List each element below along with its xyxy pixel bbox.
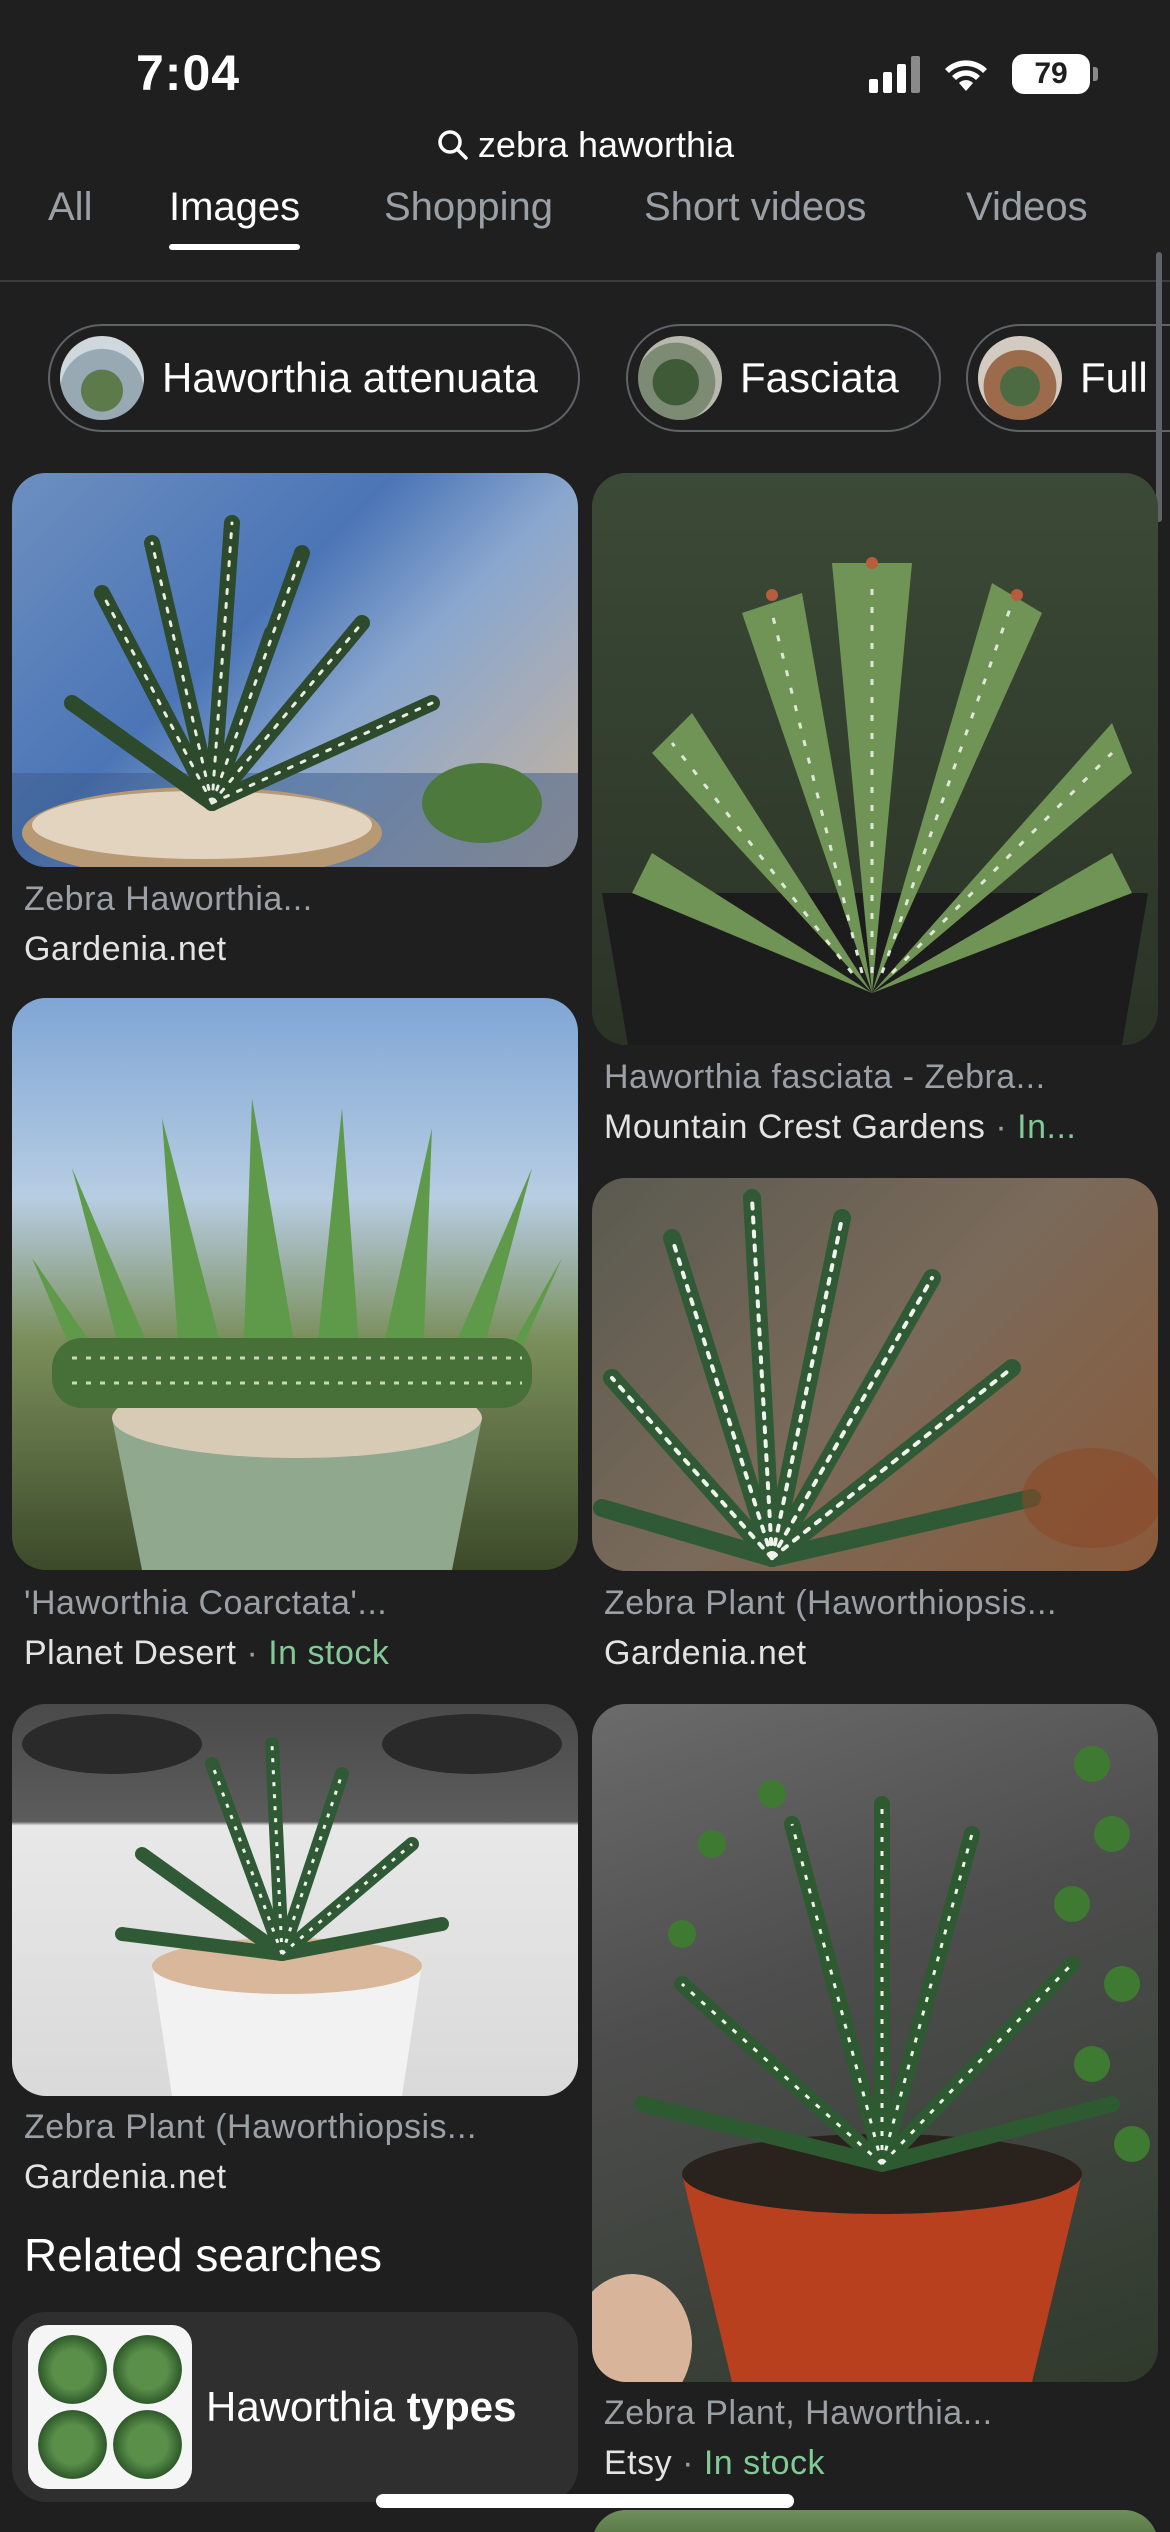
result-image[interactable] — [592, 1704, 1158, 2382]
tab-videos[interactable]: Videos — [966, 182, 1088, 252]
result-title[interactable]: Zebra Haworthia... — [24, 880, 313, 919]
status-time: 7:04 — [136, 45, 241, 101]
search-query-text: zebra haworthia — [477, 124, 735, 165]
search-tabs: All Images Shopping Short videos Videos — [0, 182, 1170, 282]
result-source-line: Etsy · In stock — [604, 2444, 825, 2483]
tab-images[interactable]: Images — [169, 182, 301, 252]
result-image-partial[interactable] — [592, 2510, 1158, 2532]
result-source: Planet Desert — [24, 1634, 237, 1672]
plant-image — [592, 1746, 1150, 2382]
result-image[interactable] — [12, 1704, 578, 2096]
related-search-label: Haworthia types — [206, 2383, 517, 2430]
tab-shopping[interactable]: Shopping — [384, 182, 553, 252]
tab-short-videos[interactable]: Short videos — [644, 182, 866, 252]
stock-status: In... — [1017, 1108, 1077, 1146]
chip-fasciata[interactable]: Fasciata — [626, 324, 941, 432]
home-indicator[interactable] — [376, 2494, 794, 2508]
related-search-item[interactable]: Haworthia types — [12, 2312, 578, 2502]
chip-label: Fasciata — [740, 354, 899, 401]
stock-status: In stock — [268, 1634, 390, 1672]
separator: · — [682, 2444, 694, 2482]
battery-icon: 79 — [1012, 54, 1098, 94]
plant-image — [22, 1714, 562, 2096]
result-source-line: Planet Desert · In stock — [24, 1634, 389, 1673]
search-icon — [438, 130, 468, 160]
result-source: Gardenia.net — [24, 2158, 227, 2196]
plant-image — [602, 557, 1148, 1045]
related-search-thumbnail — [28, 2325, 192, 2489]
status-icons: 79 — [869, 54, 1098, 94]
result-title[interactable]: Haworthia fasciata - Zebra... — [604, 1058, 1046, 1097]
result-image[interactable] — [12, 998, 578, 1570]
tab-all[interactable]: All — [48, 182, 92, 252]
plant-image — [12, 515, 578, 867]
chip-haworthia-attenuata[interactable]: Haworthia attenuata — [48, 324, 580, 432]
result-source: Gardenia.net — [24, 930, 227, 968]
plant-image — [32, 1098, 562, 1570]
result-title[interactable]: Zebra Plant, Haworthia... — [604, 2394, 993, 2433]
result-source: Etsy — [604, 2444, 673, 2482]
result-source: Mountain Crest Gardens — [604, 1108, 986, 1146]
chip-thumbnail — [60, 336, 144, 420]
chip-full[interactable]: Full — [966, 324, 1170, 432]
related-searches-heading: Related searches — [24, 2229, 382, 2281]
wifi-icon — [945, 60, 987, 91]
result-image[interactable] — [592, 1178, 1158, 1571]
result-image[interactable] — [592, 473, 1158, 1045]
chip-thumbnail — [978, 336, 1062, 420]
chip-label: Full — [1080, 354, 1148, 401]
suggestion-chips: Haworthia attenuata Fasciata Full — [48, 324, 1170, 432]
result-source: Gardenia.net — [604, 1634, 807, 1672]
plant-image — [593, 1189, 1158, 1567]
stock-status: In stock — [703, 2444, 826, 2482]
result-title[interactable]: Zebra Plant (Haworthiopsis... — [604, 1584, 1057, 1623]
result-source-line: Mountain Crest Gardens · In... — [604, 1108, 1076, 1147]
result-image[interactable] — [12, 473, 578, 867]
separator: · — [995, 1108, 1008, 1146]
chip-label: Haworthia attenuata — [162, 354, 538, 401]
cellular-signal-icon — [869, 55, 920, 93]
search-query-bar[interactable]: zebra haworthia — [0, 124, 1170, 166]
result-title[interactable]: 'Haworthia Coarctata'... — [24, 1584, 387, 1623]
separator: · — [246, 1634, 259, 1672]
result-title[interactable]: Zebra Plant (Haworthiopsis... — [24, 2108, 477, 2147]
chip-thumbnail — [638, 336, 722, 420]
